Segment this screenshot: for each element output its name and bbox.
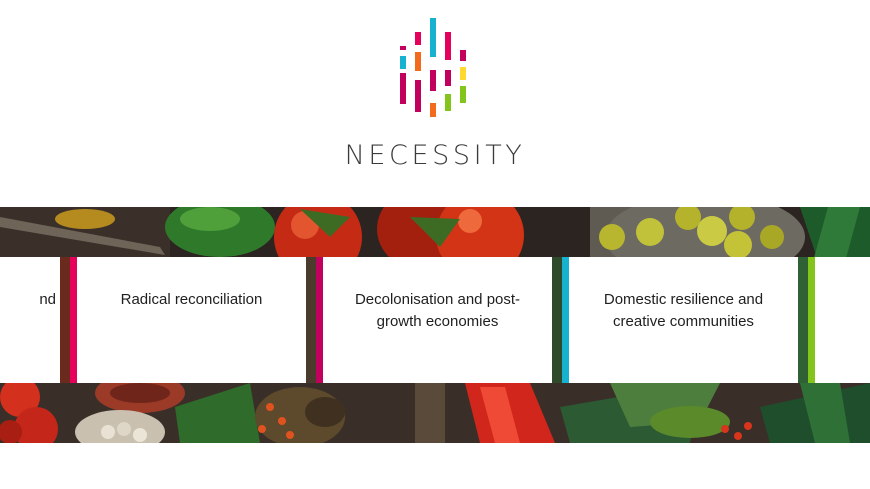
necessity-logo-icon[interactable] xyxy=(390,16,480,120)
card-radical-reconciliation[interactable]: Radical reconciliation xyxy=(70,257,306,383)
card-label: Decolonisation and post-growth economies xyxy=(354,291,521,330)
card-accent-bar xyxy=(316,257,323,383)
card-accent-bar xyxy=(562,257,569,383)
card-label: Radical reconciliation xyxy=(120,291,263,308)
banner: nd Radical reconciliation Decolonisation… xyxy=(0,207,870,443)
card-domestic-resilience[interactable]: Domestic resilience and creative communi… xyxy=(562,257,798,383)
card-label: Domestic resilience and creative communi… xyxy=(603,291,764,330)
card-decolonisation[interactable]: Decolonisation and post-growth economies xyxy=(316,257,552,383)
card-label: nd xyxy=(39,291,56,308)
brand-name: NECESSITY xyxy=(344,140,526,171)
card-accent-bar xyxy=(808,257,815,383)
page: NECESSITY nd Radical reconciliation Deco… xyxy=(0,0,870,489)
card-partial-right[interactable]: E xyxy=(808,257,870,383)
card-accent-bar xyxy=(70,257,77,383)
card-partial-left[interactable]: nd xyxy=(0,257,60,383)
